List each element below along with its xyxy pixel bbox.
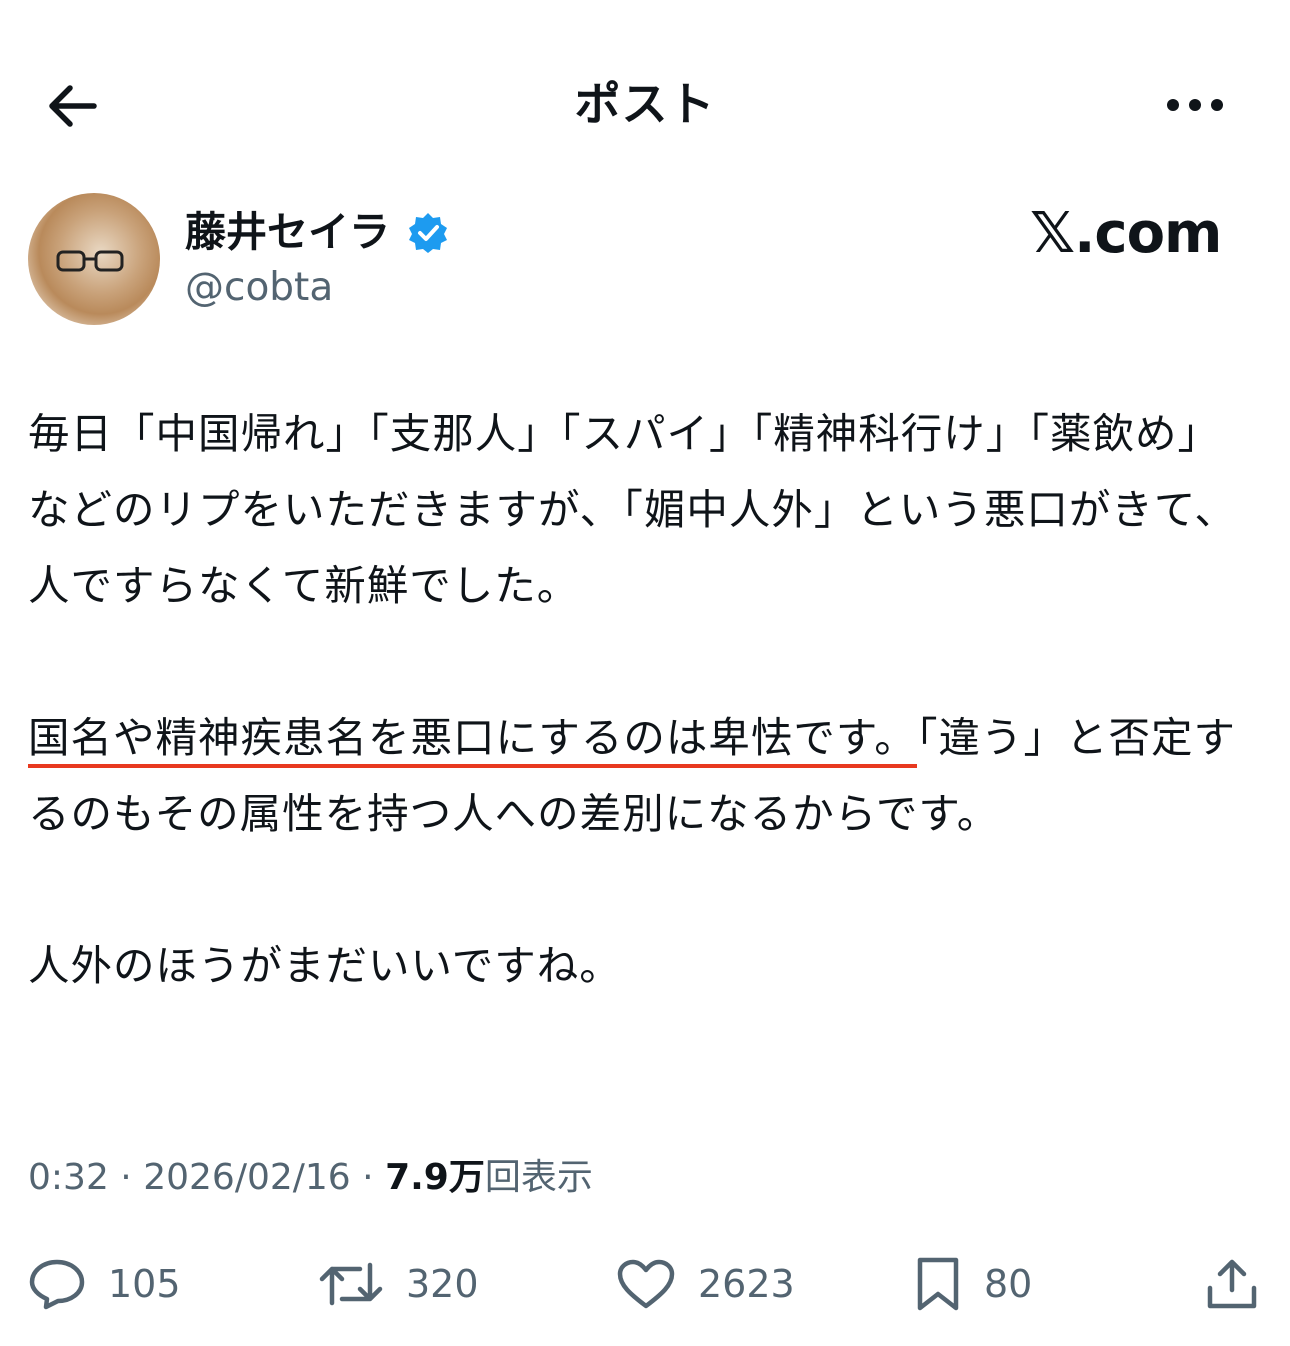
reply-button[interactable]: 105 xyxy=(28,1244,181,1324)
avatar[interactable] xyxy=(28,193,160,325)
views-count: 7.9万 xyxy=(385,1157,485,1198)
post-meta: 0:32 · 2026/02/16 · 7.9万回表示 xyxy=(28,1150,593,1206)
author-handle[interactable]: @cobta xyxy=(185,262,333,314)
bookmark-icon xyxy=(917,1257,959,1311)
bookmark-button[interactable]: 80 xyxy=(914,1244,1032,1324)
meta-separator: · xyxy=(120,1157,132,1198)
x-logo-watermark: 𝕏.com xyxy=(1030,201,1222,266)
page-title: ポスト xyxy=(574,77,716,131)
more-horizontal-icon xyxy=(1167,99,1223,111)
share-button[interactable] xyxy=(1204,1244,1260,1324)
heart-icon xyxy=(617,1259,675,1309)
post-body: 毎日「中国帰れ」「支那人」「スパイ」「精神科行け」「薬飲め」などのリプをいただき… xyxy=(28,396,1258,1080)
reply-icon xyxy=(29,1259,85,1310)
post-paragraph-3: 人外のほうがまだいいですね。 xyxy=(28,941,622,990)
post-paragraph-2: 国名や精神疾患名を悪口にするのは卑怯です。「違う」と否定するのもその属性を持つ人… xyxy=(28,700,1258,852)
avatar-glasses-icon xyxy=(56,250,124,272)
like-count: 2623 xyxy=(698,1262,795,1306)
bookmark-count: 80 xyxy=(984,1262,1033,1306)
repost-button[interactable]: 320 xyxy=(318,1244,479,1324)
like-button[interactable]: 2623 xyxy=(616,1244,795,1324)
post-paragraph-1: 毎日「中国帰れ」「支那人」「スパイ」「精神科行け」「薬飲め」などのリプをいただき… xyxy=(28,409,1237,610)
post-date[interactable]: 2026/02/16 xyxy=(143,1157,351,1198)
verified-badge-icon xyxy=(409,213,447,253)
author-display-name[interactable]: 藤井セイラ xyxy=(185,206,390,258)
repost-icon xyxy=(319,1262,383,1306)
share-icon xyxy=(1207,1259,1257,1309)
views-label: 回表示 xyxy=(484,1157,593,1198)
repost-count: 320 xyxy=(406,1262,479,1306)
reply-count: 105 xyxy=(108,1262,181,1306)
meta-separator: · xyxy=(362,1157,374,1198)
post-time[interactable]: 0:32 xyxy=(28,1157,109,1198)
underlined-sentence: 国名や精神疾患名を悪口にするのは卑怯です。 xyxy=(28,713,917,768)
action-bar: 105 320 2623 80 xyxy=(0,1244,1290,1324)
more-button[interactable] xyxy=(1160,80,1230,130)
